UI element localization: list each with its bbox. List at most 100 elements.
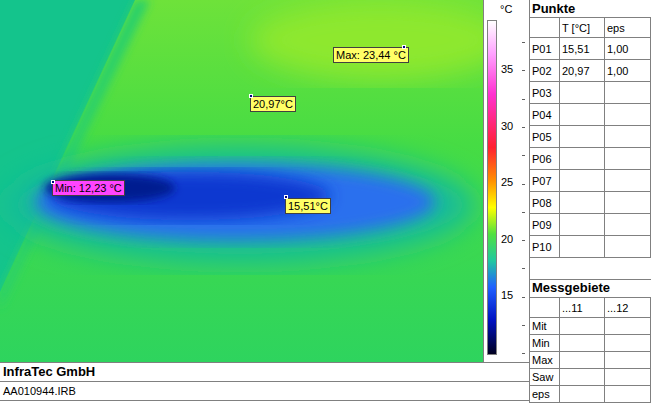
measure-label[interactable]: 15,51°C: [285, 198, 331, 214]
scale-tick-mark: [522, 155, 525, 156]
scale-tick-mark: [522, 42, 525, 43]
table-cell: P03: [530, 82, 560, 103]
table-cell: eps: [605, 18, 651, 37]
table-row[interactable]: Min: [530, 335, 651, 352]
scale-tick: 15: [501, 289, 513, 302]
scale-tick-mark: [522, 99, 525, 100]
table-row[interactable]: P10: [530, 236, 651, 258]
table-cell: [605, 170, 651, 191]
table-row[interactable]: P04: [530, 104, 651, 126]
scale-tick-mark: [522, 127, 525, 128]
table-cell: [560, 214, 605, 235]
table-cell: [560, 82, 605, 103]
table-cell: P09: [530, 214, 560, 235]
table-cell: [605, 369, 651, 385]
points-title: Punkte: [532, 1, 575, 17]
table-cell: eps: [530, 386, 560, 402]
table-row[interactable]: P0115,511,00: [530, 38, 651, 60]
scale-tick-mark: [522, 212, 525, 213]
table-cell: P02: [530, 60, 560, 81]
scale-tick-mark: [522, 240, 525, 241]
table-cell: P07: [530, 170, 560, 191]
areas-title: Messgebiete: [532, 280, 610, 296]
table-cell: Min: [530, 335, 560, 351]
table-cell: ...12: [605, 298, 651, 317]
table-cell: [560, 318, 605, 334]
table-cell: 1,00: [605, 38, 651, 59]
table-cell: 20,97: [560, 60, 605, 81]
table-header: ...11...12: [530, 298, 651, 318]
areas-table: ...11...12MitMinMaxSaweps: [530, 297, 651, 403]
table-row[interactable]: P07: [530, 170, 651, 192]
table-cell: [605, 104, 651, 125]
table-row[interactable]: P05: [530, 126, 651, 148]
table-header: T [°C]eps: [530, 18, 651, 38]
measure-label[interactable]: Max: 23,44 °C: [333, 47, 409, 63]
color-bar: [487, 20, 497, 355]
table-cell: [530, 298, 560, 317]
table-row[interactable]: P03: [530, 82, 651, 104]
scale-tick: 30: [501, 120, 513, 133]
table-cell: [560, 369, 605, 385]
table-cell: Saw: [530, 369, 560, 385]
table-cell: [605, 192, 651, 213]
scale-tick-mark: [522, 325, 525, 326]
measure-label[interactable]: Min: 12,23 °C: [52, 180, 125, 196]
table-cell: [560, 148, 605, 169]
table-cell: P06: [530, 148, 560, 169]
table-cell: P01: [530, 38, 560, 59]
table-row[interactable]: P08: [530, 192, 651, 214]
company-label: InfraTec GmbH: [3, 363, 95, 381]
measure-marker[interactable]: [402, 45, 406, 49]
table-cell: [605, 236, 651, 257]
table-row[interactable]: P06: [530, 148, 651, 170]
table-cell: [560, 104, 605, 125]
table-row[interactable]: Saw: [530, 369, 651, 386]
table-row[interactable]: P0220,971,00: [530, 60, 651, 82]
table-cell: ...11: [560, 298, 605, 317]
table-cell: P08: [530, 192, 560, 213]
table-cell: P04: [530, 104, 560, 125]
scale-tick: 35: [501, 63, 513, 76]
table-row[interactable]: eps: [530, 386, 651, 403]
table-row[interactable]: P09: [530, 214, 651, 236]
color-scale: °C3530252015: [483, 0, 529, 362]
table-cell: [605, 386, 651, 402]
measure-label[interactable]: 20,97°C: [250, 96, 296, 112]
unit-label: °C: [500, 3, 512, 16]
table-cell: T [°C]: [560, 18, 605, 37]
scale-tick-mark: [522, 184, 525, 185]
measure-marker[interactable]: [51, 180, 55, 184]
table-cell: Mit: [530, 318, 560, 334]
table-cell: 15,51: [560, 38, 605, 59]
table-cell: [605, 214, 651, 235]
table-cell: [560, 192, 605, 213]
scale-tick-mark: [522, 268, 525, 269]
table-row[interactable]: Max: [530, 352, 651, 369]
file-label: AA010944.IRB: [3, 383, 76, 399]
table-cell: [560, 352, 605, 368]
thermal-image[interactable]: Max: 23,44 °C 20,97°C Min: 12,23 °C 15,51°C: [0, 0, 483, 362]
table-cell: [560, 386, 605, 402]
table-cell: [605, 126, 651, 147]
scale-tick-mark: [522, 297, 525, 298]
table-cell: P05: [530, 126, 560, 147]
measure-marker[interactable]: [284, 195, 288, 199]
table-cell: P10: [530, 236, 560, 257]
table-cell: 1,00: [605, 60, 651, 81]
table-cell: [605, 352, 651, 368]
table-cell: [605, 335, 651, 351]
table-cell: Max: [530, 352, 560, 368]
measure-marker[interactable]: [249, 94, 253, 98]
table-cell: [605, 318, 651, 334]
table-cell: [605, 148, 651, 169]
scale-tick-mark: [522, 70, 525, 71]
table-cell: [530, 18, 560, 37]
table-cell: [560, 335, 605, 351]
scale-tick: 20: [501, 233, 513, 246]
scale-tick-mark: [522, 353, 525, 354]
table-row[interactable]: Mit: [530, 318, 651, 335]
table-cell: [605, 82, 651, 103]
table-cell: [560, 170, 605, 191]
table-cell: [560, 126, 605, 147]
